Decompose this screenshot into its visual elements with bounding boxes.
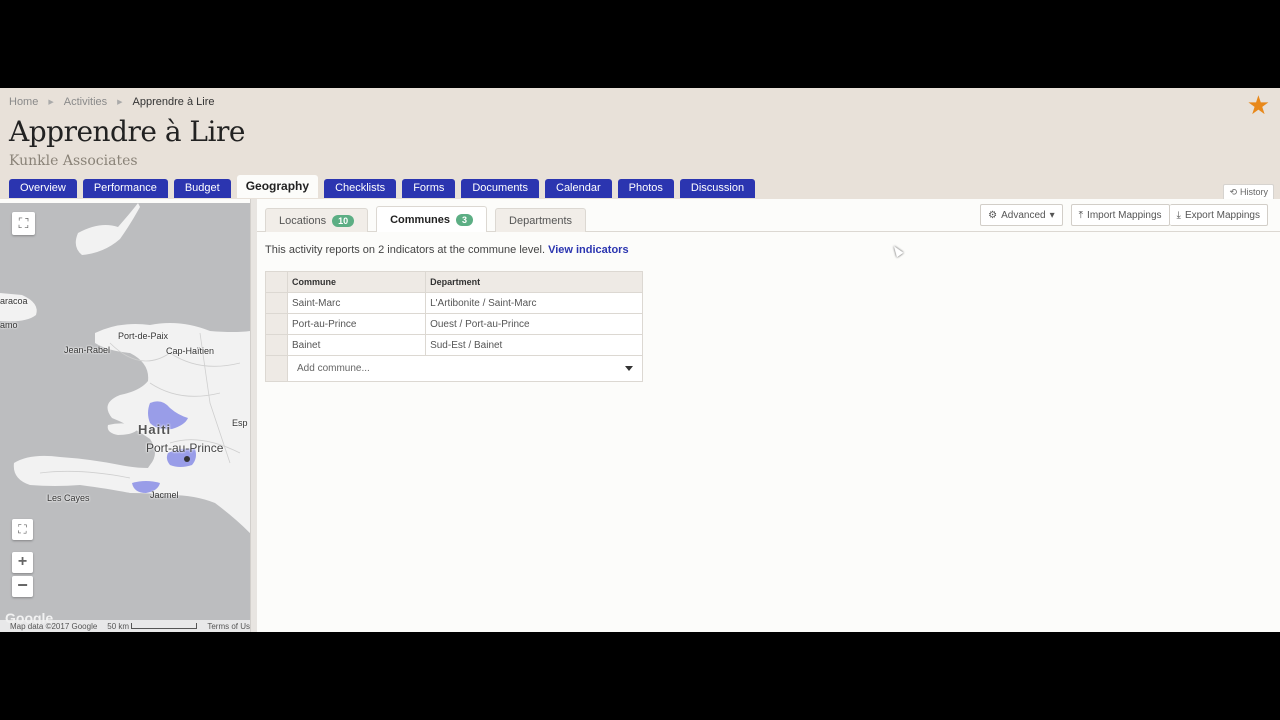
map-fullscreen-toggle-icon[interactable]: ⛶: [12, 519, 33, 540]
communes-count-badge: 3: [456, 213, 474, 226]
row-handle[interactable]: [265, 334, 288, 356]
tab-photos[interactable]: Photos: [617, 179, 674, 198]
view-indicators-link[interactable]: View indicators: [548, 244, 629, 256]
add-commune-placeholder: Add commune...: [297, 363, 370, 374]
cell-commune[interactable]: Bainet: [286, 334, 427, 356]
mapping-button-group: ⤒ Import Mappings ⤓ Export Mappings: [1070, 204, 1268, 226]
tab-calendar[interactable]: Calendar: [545, 179, 612, 198]
advanced-label: Advanced: [1001, 209, 1046, 221]
locations-count-badge: 10: [332, 214, 355, 227]
indicator-info: This activity reports on 2 indicators at…: [265, 244, 629, 256]
tab-discussion[interactable]: Discussion: [679, 179, 756, 198]
tab-documents[interactable]: Documents: [461, 179, 539, 198]
fullscreen-icon[interactable]: ⛶: [12, 212, 35, 235]
history-icon: ⟲: [1229, 187, 1237, 197]
geography-subtabs: Locations 10 Communes 3 Departments: [265, 206, 587, 232]
map-canvas: [0, 203, 250, 533]
table-header-row: Commune Department: [265, 271, 643, 293]
dropdown-arrow-icon[interactable]: [625, 366, 633, 371]
table-row[interactable]: Bainet Sud-Est / Bainet: [265, 334, 643, 356]
map-terms-link[interactable]: Terms of Use: [207, 622, 250, 631]
mouse-cursor-icon: [890, 243, 904, 258]
row-handle[interactable]: [265, 313, 288, 335]
history-label: History: [1239, 187, 1268, 197]
caret-down-icon: ▾: [1049, 209, 1055, 221]
import-mappings-button[interactable]: ⤒ Import Mappings: [1070, 204, 1170, 226]
geography-content: Locations 10 Communes 3 Departments ⚙ Ad…: [257, 199, 1280, 632]
subtab-departments-label: Departments: [509, 214, 573, 227]
breadcrumb: Home ▶ Activities ▶ Apprendre à Lire: [9, 96, 214, 108]
breadcrumb-activities[interactable]: Activities: [64, 96, 107, 108]
breadcrumb-separator-icon: ▶: [48, 99, 54, 106]
cell-department[interactable]: Sud-Est / Bainet: [425, 334, 643, 356]
zoom-in-icon[interactable]: +: [12, 552, 33, 573]
export-mappings-button[interactable]: ⤓ Export Mappings: [1169, 204, 1268, 226]
subtab-communes[interactable]: Communes 3: [376, 206, 488, 232]
toolbar: ⚙ Advanced ▾ ⤒ Import Mappings ⤓ Export …: [980, 204, 1268, 226]
map-label-yumuri: amo: [0, 320, 18, 330]
cell-department[interactable]: L'Artibonite / Saint-Marc: [425, 292, 643, 314]
table-row[interactable]: Saint-Marc L'Artibonite / Saint-Marc: [265, 292, 643, 314]
app-window: Home ▶ Activities ▶ Apprendre à Lire ★ A…: [0, 88, 1280, 632]
page-subtitle: Kunkle Associates: [9, 153, 138, 169]
map-footer: Map data ©2017 Google 50 km Terms of Use: [0, 620, 250, 632]
cell-department[interactable]: Ouest / Port-au-Prince: [425, 313, 643, 335]
add-commune-combobox[interactable]: Add commune...: [287, 355, 643, 382]
subtab-locations-label: Locations: [279, 214, 327, 227]
gear-icon: ⚙: [988, 209, 998, 221]
breadcrumb-separator-icon: ▶: [117, 99, 123, 106]
main-tabs: Overview Performance Budget Geography Ch…: [9, 175, 756, 198]
tab-forms[interactable]: Forms: [402, 179, 456, 198]
map-label-cap-haitien: Cap-Haïtien: [166, 346, 215, 356]
map-label-les-cayes: Les Cayes: [47, 493, 90, 503]
map-label-country: Haiti: [138, 422, 172, 437]
star-icon[interactable]: ★: [1247, 92, 1270, 118]
tab-performance[interactable]: Performance: [82, 179, 168, 198]
info-text: This activity reports on 2 indicators at…: [265, 244, 546, 256]
import-mappings-label: Import Mappings: [1087, 209, 1162, 221]
map-scale: 50 km: [107, 622, 198, 631]
subtab-locations[interactable]: Locations 10: [265, 208, 369, 232]
subtab-departments[interactable]: Departments: [495, 208, 587, 232]
history-button[interactable]: ⟲ History: [1223, 184, 1274, 199]
zoom-out-icon[interactable]: −: [12, 576, 33, 597]
breadcrumb-current: Apprendre à Lire: [132, 96, 215, 108]
tab-budget[interactable]: Budget: [173, 179, 231, 198]
tab-overview[interactable]: Overview: [9, 179, 77, 198]
download-icon: ⤓: [1176, 209, 1181, 221]
row-index-header: [265, 271, 288, 293]
cell-commune[interactable]: Saint-Marc: [286, 292, 427, 314]
add-commune-row: Add commune...: [265, 355, 643, 382]
export-mappings-label: Export Mappings: [1184, 209, 1260, 221]
map-label-jacmel: Jacmel: [150, 490, 179, 500]
page-title: Apprendre à Lire: [9, 115, 245, 148]
upload-icon: ⤒: [1078, 209, 1084, 221]
page-header: Home ▶ Activities ▶ Apprendre à Lire ★ A…: [0, 88, 1280, 199]
tortuga-island: [75, 203, 140, 255]
breadcrumb-home[interactable]: Home: [9, 96, 38, 108]
cell-commune[interactable]: Port-au-Prince: [286, 313, 427, 335]
communes-table: Commune Department Saint-Marc L'Artiboni…: [265, 271, 643, 382]
map-label-jean-rabel: Jean-Rabel: [64, 345, 111, 355]
table-row[interactable]: Port-au-Prince Ouest / Port-au-Prince: [265, 313, 643, 335]
map-panel[interactable]: aracoa amo Port-de-Paix Jean-Rabel Cap-H…: [0, 203, 250, 632]
map-splitter[interactable]: [250, 199, 257, 632]
map-label-baracoa: aracoa: [0, 296, 28, 306]
map-label-port-au-prince: Port-au-Prince: [146, 441, 224, 455]
tab-geography[interactable]: Geography: [236, 175, 319, 198]
column-header-commune[interactable]: Commune: [286, 271, 427, 293]
map-marker: [184, 456, 190, 462]
row-handle[interactable]: [265, 292, 288, 314]
map-label-port-de-paix: Port-de-Paix: [118, 331, 169, 341]
subtab-communes-label: Communes: [390, 213, 451, 226]
map-label-esp: Esp: [232, 418, 248, 428]
tab-checklists[interactable]: Checklists: [324, 179, 397, 198]
column-header-department[interactable]: Department: [425, 271, 643, 293]
map-attribution: Map data ©2017 Google: [10, 621, 98, 631]
row-handle: [265, 355, 288, 382]
advanced-button[interactable]: ⚙ Advanced ▾: [980, 204, 1063, 226]
